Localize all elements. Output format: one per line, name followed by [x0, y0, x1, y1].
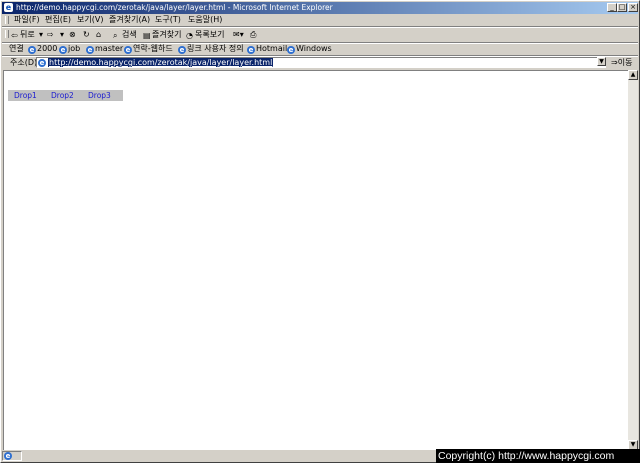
home-icon: ⌂: [96, 30, 102, 39]
window-title: http://demo.happycgi.com/zerotak/java/la…: [16, 3, 333, 12]
link-label: 링크 사용자 정의: [187, 44, 244, 53]
links-label: 연결: [9, 44, 24, 53]
address-input[interactable]: e http://demo.happycgi.com/zerotak/java/…: [36, 57, 606, 68]
page-content: Drop1 Drop2 Drop3: [3, 70, 628, 450]
search-button[interactable]: ⌕ 검색: [113, 30, 137, 40]
menubar-grip: [5, 16, 9, 24]
menu-file[interactable]: 파일(F): [13, 15, 41, 25]
ie-page-icon: e: [124, 46, 132, 54]
menu-edit[interactable]: 편집(E): [44, 15, 72, 25]
link-customize[interactable]: e 링크 사용자 정의: [178, 44, 244, 54]
history-label: 목록보기: [195, 30, 225, 39]
address-label: 주소(D): [10, 58, 38, 67]
go-arrow-icon: ⇒: [611, 58, 618, 67]
stop-icon: ⊗: [69, 30, 76, 39]
link-hotmail[interactable]: e Hotmail: [247, 44, 287, 54]
standard-toolbar: ⇦ 뒤로 ▾ ⇨ ▾ ⊗ ↻ ⌂ ⌕ 검색 ▤즐겨찾기 ◔ 목록보기 ✉▾ ⎙: [2, 28, 638, 42]
link-label: master: [95, 44, 124, 53]
link-label: Hotmail: [256, 44, 288, 53]
print-icon: ⎙: [250, 30, 257, 39]
link-master[interactable]: e master: [86, 44, 123, 54]
menu-tools[interactable]: 도구(T): [154, 15, 182, 25]
refresh-icon: ↻: [83, 30, 90, 39]
print-button[interactable]: ⎙: [250, 30, 256, 40]
chevron-down-icon: ▾: [60, 30, 65, 39]
forward-dropdown[interactable]: ▾: [60, 30, 64, 40]
minimize-button[interactable]: _: [607, 3, 617, 12]
title-bar: e http://demo.happycgi.com/zerotak/java/…: [2, 2, 638, 14]
scroll-up-button[interactable]: ▲: [628, 70, 638, 80]
link-label: job: [68, 44, 81, 53]
ie-page-icon: e: [287, 46, 295, 54]
favorites-button[interactable]: ▤즐겨찾기: [143, 30, 181, 40]
ie-page-icon: e: [4, 452, 12, 460]
link-label: 연락-웹하드: [133, 44, 173, 53]
ie-page-icon: e: [247, 46, 255, 54]
forward-arrow-icon: ⇨: [47, 30, 54, 39]
favorites-label: 즐겨찾기: [152, 30, 182, 39]
history-icon: ◔: [186, 31, 193, 40]
back-arrow-icon: ⇦: [11, 31, 18, 40]
chevron-down-icon: ▼: [599, 58, 604, 65]
close-button[interactable]: ×: [628, 3, 638, 12]
ie-page-icon: e: [86, 46, 94, 54]
drop-menu-bar: Drop1 Drop2 Drop3: [8, 90, 123, 101]
go-button[interactable]: ⇒이동: [611, 58, 632, 68]
drop1-link[interactable]: Drop1: [14, 91, 37, 100]
menu-bar: 파일(F) 편집(E) 보기(V) 즐겨찾기(A) 도구(T) 도움말(H): [2, 14, 638, 26]
link-label: 2000: [37, 44, 58, 53]
chevron-down-icon: ▾: [239, 30, 244, 39]
drop3-link[interactable]: Drop3: [88, 91, 111, 100]
back-label: 뒤로: [20, 30, 35, 39]
forward-button[interactable]: ⇨: [47, 30, 54, 40]
copyright-overlay: Copyright(c) http://www.happycgi.com: [436, 449, 640, 463]
address-bar: 주소(D) e http://demo.happycgi.com/zerotak…: [2, 56, 638, 69]
favorites-icon: ▤: [143, 31, 151, 40]
stop-button[interactable]: ⊗: [69, 30, 76, 40]
mail-icon: ✉: [233, 30, 240, 39]
history-button[interactable]: ◔ 목록보기: [186, 30, 224, 40]
ie-page-icon: e: [28, 46, 36, 54]
search-label: 검색: [122, 30, 137, 39]
menu-help[interactable]: 도움말(H): [187, 15, 223, 25]
vertical-scrollbar[interactable]: ▲ ▼: [628, 70, 638, 450]
home-button[interactable]: ⌂: [96, 30, 101, 40]
ie-page-icon: e: [38, 59, 46, 67]
address-dropdown[interactable]: ▼: [597, 57, 606, 66]
menu-favorites[interactable]: 즐겨찾기(A): [108, 15, 151, 25]
toolbar-grip: [5, 30, 9, 38]
arrow-down-icon: ▼: [630, 441, 636, 448]
menu-view[interactable]: 보기(V): [76, 15, 104, 25]
maximize-button[interactable]: □: [617, 3, 627, 12]
go-label: 이동: [617, 58, 633, 67]
mail-button[interactable]: ✉▾: [233, 30, 244, 40]
status-pane-main: e: [2, 451, 22, 461]
link-job[interactable]: e job: [59, 44, 80, 54]
address-url: http://demo.happycgi.com/zerotak/java/la…: [48, 58, 274, 67]
link-windows[interactable]: e Windows: [287, 44, 332, 54]
drop2-link[interactable]: Drop2: [51, 91, 74, 100]
ie-page-icon: e: [178, 46, 186, 54]
chevron-down-icon: ▾: [39, 30, 44, 39]
back-dropdown[interactable]: ▾: [39, 30, 43, 40]
ie-page-icon: e: [59, 46, 67, 54]
link-label: Windows: [296, 44, 332, 53]
link-2000[interactable]: e 2000: [28, 44, 57, 54]
ie-logo-icon: e: [4, 3, 13, 12]
links-bar: 연결 e 2000 e job e master e 연락-웹하드 e 링크 사용자 정의…: [2, 43, 638, 55]
back-button[interactable]: ⇦ 뒤로: [11, 30, 35, 40]
refresh-button[interactable]: ↻: [83, 30, 90, 40]
search-icon: ⌕: [113, 31, 118, 40]
link-webhard[interactable]: e 연락-웹하드: [124, 44, 173, 54]
arrow-up-icon: ▲: [630, 71, 636, 78]
